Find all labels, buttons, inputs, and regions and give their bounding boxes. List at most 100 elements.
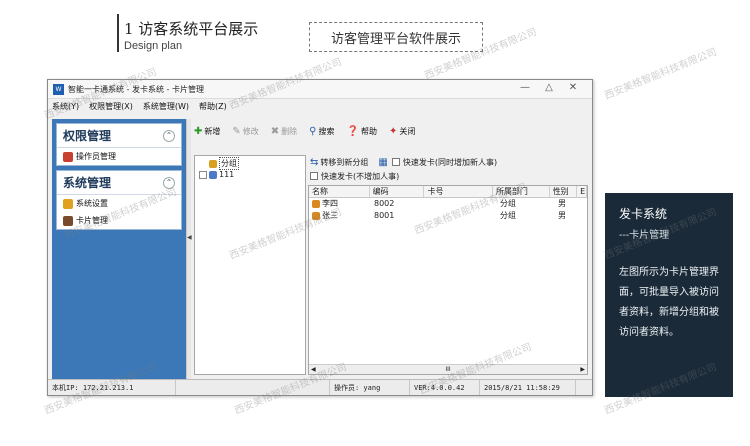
window-title: 智能一卡通系统 - 发卡系统 - 卡片管理 xyxy=(68,84,204,94)
tree-node-label: 111 xyxy=(219,170,235,179)
close-window-button[interactable]: ✕ xyxy=(566,82,580,93)
column-dept[interactable]: 所属部门 xyxy=(493,186,550,197)
scroll-thumb[interactable]: III xyxy=(445,366,450,373)
cell-gender: 男 xyxy=(558,199,566,208)
menu-bar: 系统(Y) 权限管理(X) 系统管理(W) 帮助(Z) xyxy=(48,99,592,114)
settings-icon xyxy=(63,198,73,209)
panel-splitter[interactable]: ◀ xyxy=(186,119,192,379)
nav-group-title: 权限管理 xyxy=(63,129,112,143)
delete-label: 删除 xyxy=(281,126,298,136)
edit-label: 修改 xyxy=(242,126,259,136)
description-title: 发卡系统 xyxy=(619,207,668,221)
operation-bar-2: 快速发卡(不增加人事) xyxy=(308,169,588,183)
minimize-button[interactable]: — xyxy=(518,82,532,93)
slide-subtitle: Design plan xyxy=(124,40,183,52)
quick-card-with-visitor-checkbox[interactable] xyxy=(391,158,400,166)
close-button[interactable]: ✦ 关闭 xyxy=(389,126,415,137)
nav-item-card-management[interactable]: 卡片管理 xyxy=(57,212,181,229)
maximize-button[interactable]: △ xyxy=(542,82,556,93)
cell-gender: 男 xyxy=(558,211,566,220)
cell-dept: 分组 xyxy=(500,199,516,208)
description-body: 左图所示为卡片管理界面，可批量导入被访问者资料，新增分组和被访问者资料。 xyxy=(619,267,719,338)
delete-button[interactable]: ✖ 删除 xyxy=(271,126,297,137)
nav-group-system: 系统管理 ⌃ 系统设置 卡片管理 xyxy=(56,170,182,230)
cell-name-text: 张三 xyxy=(322,211,338,220)
status-ip: 本机IP: 172.21.213.1 xyxy=(48,380,176,395)
column-gender[interactable]: 性别 xyxy=(550,186,578,197)
menu-system[interactable]: 系统(Y) xyxy=(52,101,79,112)
close-label: 关闭 xyxy=(399,126,416,136)
menu-permissions[interactable]: 权限管理(X) xyxy=(89,101,133,112)
nav-item-operator-management[interactable]: 操作员管理 xyxy=(57,148,181,165)
quick-card-no-visitor-checkbox[interactable] xyxy=(310,172,318,180)
section-label: 访客管理平台软件展示 xyxy=(330,31,461,47)
nav-panel: 权限管理 ⌃ 操作员管理 系统管理 ⌃ 系统设置 卡片管理 xyxy=(52,119,186,379)
description-subtitle: ---卡片管理 xyxy=(619,230,670,241)
table-row[interactable]: 李四 8002 分组 男 xyxy=(309,198,587,210)
quick-card-no-visitor-label: 快速发卡(不增加人事) xyxy=(321,171,400,181)
horizontal-scrollbar[interactable]: ◀ III ▶ xyxy=(309,364,587,374)
menu-system-management[interactable]: 系统管理(W) xyxy=(143,101,189,112)
card-icon xyxy=(63,215,73,226)
nav-item-system-settings[interactable]: 系统设置 xyxy=(57,195,181,212)
app-logo-icon: W xyxy=(53,83,64,95)
close-icon: ✦ xyxy=(388,125,398,137)
cell-code: 8001 xyxy=(374,211,395,220)
collapse-icon[interactable]: ⌃ xyxy=(163,176,175,189)
edit-button[interactable]: ✎ 修改 xyxy=(232,126,258,137)
cell-card xyxy=(427,198,497,210)
section-label-box: 访客管理平台软件展示 xyxy=(309,22,483,52)
scroll-right-icon[interactable]: ▶ xyxy=(580,366,585,373)
window-titlebar[interactable]: W 智能一卡通系统 - 发卡系统 - 卡片管理 — △ ✕ xyxy=(48,80,592,99)
tree-expand-box[interactable] xyxy=(199,170,207,179)
status-datetime: 2015/8/21 11:58:29 xyxy=(480,380,576,395)
column-card[interactable]: 卡号 xyxy=(424,186,493,197)
nav-item-label: 系统设置 xyxy=(76,199,108,208)
status-operator: 操作员: yang xyxy=(330,380,410,395)
scroll-left-icon[interactable]: ◀ xyxy=(311,366,316,373)
column-extra[interactable]: E xyxy=(577,186,587,197)
person-icon xyxy=(312,212,320,220)
collapse-icon[interactable]: ⌃ xyxy=(163,129,175,142)
app-window: W 智能一卡通系统 - 发卡系统 - 卡片管理 — △ ✕ 系统(Y) 权限管理… xyxy=(47,79,593,396)
add-button[interactable]: ✚ 新增 xyxy=(194,126,220,137)
nav-group-header[interactable]: 系统管理 ⌃ xyxy=(57,171,181,195)
operation-bar: ⇆ 转移到新分组 ▦ 快速发卡(同时增加新人事) xyxy=(308,155,588,169)
column-name[interactable]: 名称 xyxy=(309,186,370,197)
watermark: 西安美格智能科技有限公司 xyxy=(603,46,719,102)
quick-card-with-visitor-label: 快速发卡(同时增加新人事) xyxy=(402,157,498,167)
move-group-icon: ⇆ xyxy=(310,156,319,168)
nav-group-header[interactable]: 权限管理 ⌃ xyxy=(57,124,181,148)
help-label: 帮助 xyxy=(360,126,377,136)
group-icon xyxy=(209,159,217,168)
move-to-group-button[interactable]: 转移到新分组 xyxy=(320,157,368,168)
card-list-panel: ⇆ 转移到新分组 ▦ 快速发卡(同时增加新人事) 快速发卡(不增加人事) 名称 … xyxy=(308,155,588,375)
cell-card xyxy=(427,210,497,222)
tree-node-root[interactable]: 分组 xyxy=(195,157,305,170)
cell-dept: 分组 xyxy=(500,211,516,220)
nav-item-label: 操作员管理 xyxy=(76,152,116,161)
column-code[interactable]: 编码 xyxy=(370,186,425,197)
description-panel: 发卡系统 ---卡片管理 左图所示为卡片管理界面，可批量导入被访问者资料，新增分… xyxy=(605,193,733,397)
search-button[interactable]: ⚲ 搜索 xyxy=(309,126,334,137)
status-bar: 本机IP: 172.21.213.1 操作员: yang VER:4.0.0.4… xyxy=(48,379,592,395)
tree-node-child[interactable]: 111 xyxy=(195,169,305,180)
slide-title: 1 访客系统平台展示 xyxy=(124,20,259,38)
table-row[interactable]: 张三 8001 分组 男 xyxy=(309,210,587,222)
user-icon xyxy=(63,151,73,162)
table-header: 名称 编码 卡号 所属部门 性别 E xyxy=(309,186,587,198)
help-icon: ❓ xyxy=(346,125,359,137)
pencil-icon: ✎ xyxy=(232,125,241,137)
search-label: 搜索 xyxy=(318,126,335,136)
grid-icon[interactable]: ▦ xyxy=(378,157,387,168)
nav-group-title: 系统管理 xyxy=(63,176,112,190)
nav-item-label: 卡片管理 xyxy=(76,216,108,225)
splitter-arrow-icon[interactable]: ◀ xyxy=(187,234,192,241)
menu-help[interactable]: 帮助(Z) xyxy=(199,101,227,112)
plus-icon: ✚ xyxy=(194,125,203,137)
cell-code: 8002 xyxy=(374,199,395,208)
toolbar: ✚ 新增 ✎ 修改 ✖ 删除 ⚲ 搜索 ❓ 帮助 ✦ 关闭 xyxy=(194,121,588,141)
nav-group-permissions: 权限管理 ⌃ 操作员管理 xyxy=(56,123,182,166)
help-button[interactable]: ❓ 帮助 xyxy=(347,126,377,137)
card-table: 名称 编码 卡号 所属部门 性别 E 李四 8002 分组 男 张三 8001 … xyxy=(308,185,588,375)
